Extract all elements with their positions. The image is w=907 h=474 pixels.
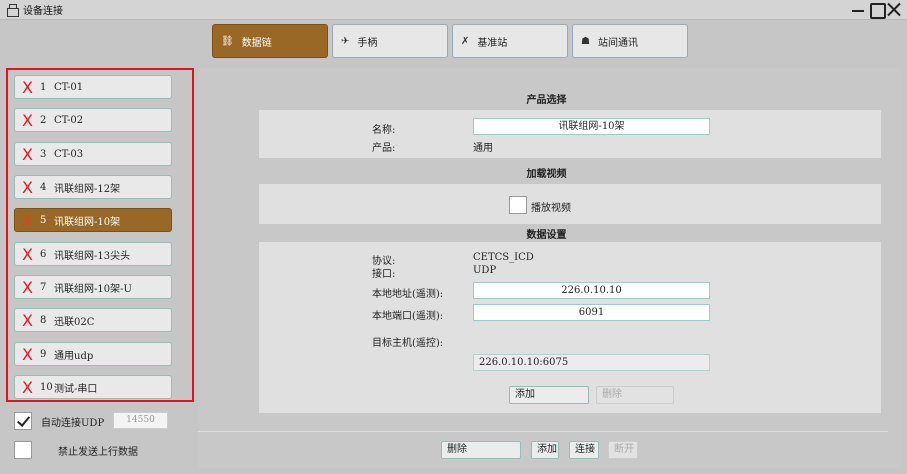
device-number: 6	[40, 248, 47, 260]
tab-bar: ⛓ 数据链 ✈ 手柄 ✗ 基准站 ☗ 站间通讯	[212, 24, 688, 58]
satellite-icon: ✗	[461, 35, 470, 47]
local-address-label: 本地地址(遥测):	[372, 289, 444, 300]
maximize-icon[interactable]	[869, 2, 886, 19]
product-label: 产品:	[372, 143, 396, 154]
tab-label: 站间通讯	[597, 37, 638, 49]
device-name: 迅联02C	[54, 316, 95, 328]
device-name: 测试-串口	[54, 383, 98, 395]
connect-button[interactable]: 连接	[569, 441, 599, 459]
lock-icon	[7, 4, 19, 17]
device-number: 1	[40, 81, 47, 93]
device-item[interactable]: X 4 讯联组网-12架	[14, 175, 172, 199]
target-host-label: 目标主机(遥控):	[372, 338, 444, 349]
interface-label: 接口:	[372, 269, 396, 280]
disconnected-x-icon: X	[22, 244, 33, 264]
data-settings-section: 协议: CETCS_ICD 接口: UDP 本地地址(遥测): 226.0.10…	[259, 242, 881, 413]
product-section: 名称: 讯联组网-10架 产品: 通用	[259, 110, 881, 158]
disconnected-x-icon: X	[22, 310, 33, 330]
interface-value: UDP	[473, 265, 497, 276]
device-item-selected[interactable]: X 5 讯联组网-10架	[14, 208, 172, 232]
no-uplink-option: 禁止发送上行数据	[14, 441, 138, 459]
add-device-button[interactable]: 添加	[531, 441, 559, 459]
auto-udp-option: 自动连接UDP	[14, 412, 104, 430]
device-name: CT-02	[54, 114, 84, 126]
device-item[interactable]: X 8 迅联02C	[14, 308, 172, 332]
tab-handle[interactable]: ✈ 手柄	[332, 24, 448, 58]
data-settings-title: 数据设置	[526, 230, 567, 241]
window-controls	[851, 2, 901, 19]
disconnected-x-icon: X	[22, 277, 33, 297]
no-uplink-label: 禁止发送上行数据	[58, 446, 138, 458]
tab-station-comm[interactable]: ☗ 站间通讯	[572, 24, 688, 58]
settings-panel: 产品选择 名称: 讯联组网-10架 产品: 通用 加载视频 播放视频 数据设置 …	[198, 68, 901, 468]
device-number: 3	[40, 148, 47, 160]
disconnect-button[interactable]: 断开	[608, 441, 638, 459]
device-number: 4	[40, 181, 47, 193]
device-item[interactable]: X 10 测试-串口	[14, 375, 172, 399]
device-name: 通用udp	[54, 350, 94, 362]
device-item[interactable]: X 3 CT-03	[14, 142, 172, 166]
device-item[interactable]: X 1 CT-01	[14, 75, 172, 99]
device-item[interactable]: X 7 讯联组网-10架-U	[14, 275, 172, 299]
device-name: 讯联组网-10架-U	[54, 283, 132, 295]
no-uplink-checkbox[interactable]	[14, 441, 32, 459]
disconnected-x-icon: X	[22, 144, 33, 164]
joystick-icon: ✈	[341, 35, 350, 47]
divider	[198, 431, 888, 432]
device-number: 2	[40, 114, 47, 126]
local-port-field[interactable]: 6091	[473, 304, 710, 321]
link-icon: ⛓	[221, 35, 234, 47]
tab-label: 数据链	[241, 37, 272, 49]
device-name: 讯联组网-12架	[54, 183, 121, 195]
disconnected-x-icon: X	[22, 77, 33, 97]
device-item[interactable]: X 2 CT-02	[14, 108, 172, 132]
udp-port-input[interactable]: 14550	[113, 412, 168, 429]
add-target-button[interactable]: 添加	[509, 386, 589, 404]
auto-udp-label: 自动连接UDP	[41, 417, 105, 429]
delete-target-button[interactable]: 删除	[596, 386, 674, 404]
device-name: CT-03	[54, 148, 84, 160]
play-video-label: 播放视频	[531, 203, 571, 214]
disconnected-x-icon: X	[22, 377, 33, 397]
device-number: 9	[40, 348, 47, 360]
protocol-value: CETCS_ICD	[473, 252, 534, 263]
product-name-field[interactable]: 讯联组网-10架	[473, 118, 710, 135]
window-title: 设备连接	[23, 6, 63, 17]
tab-base-station[interactable]: ✗ 基准站	[452, 24, 568, 58]
device-name: 讯联组网-13尖头	[54, 250, 131, 262]
device-name: CT-01	[54, 81, 84, 93]
name-label: 名称:	[372, 125, 396, 136]
tab-data-link[interactable]: ⛓ 数据链	[212, 24, 328, 58]
device-name: 讯联组网-10架	[54, 216, 121, 228]
device-item[interactable]: X 9 通用udp	[14, 342, 172, 366]
title-bar: 设备连接	[0, 0, 907, 20]
auto-udp-checkbox[interactable]	[14, 412, 32, 430]
video-section: 播放视频	[259, 184, 881, 224]
minimize-icon[interactable]	[851, 2, 865, 17]
delete-device-button[interactable]: 删除	[441, 441, 521, 459]
tab-label: 手柄	[357, 37, 378, 49]
device-number: 5	[40, 214, 47, 226]
target-host-list[interactable]: 226.0.10.10:6075	[473, 354, 710, 371]
disconnected-x-icon: X	[22, 177, 33, 197]
local-address-field[interactable]: 226.0.10.10	[473, 282, 710, 299]
device-item[interactable]: X 6 讯联组网-13尖头	[14, 242, 172, 266]
tab-label: 基准站	[477, 37, 508, 49]
video-section-title: 加载视频	[526, 169, 567, 180]
device-list: X 1 CT-01 X 2 CT-02 X 3 CT-03 X 4 讯联组网-1…	[6, 68, 194, 402]
local-port-label: 本地端口(遥测):	[372, 311, 444, 322]
play-video-checkbox[interactable]	[509, 196, 527, 214]
product-section-title: 产品选择	[526, 95, 567, 106]
product-value: 通用	[473, 143, 493, 154]
disconnected-x-icon: X	[22, 110, 33, 130]
users-icon: ☗	[581, 35, 590, 47]
close-icon[interactable]	[887, 2, 901, 17]
disconnected-x-icon: X	[22, 344, 33, 364]
device-number: 8	[40, 314, 47, 326]
disconnected-x-icon: X	[22, 210, 33, 230]
device-number: 7	[40, 281, 47, 293]
device-number: 10	[40, 381, 53, 393]
